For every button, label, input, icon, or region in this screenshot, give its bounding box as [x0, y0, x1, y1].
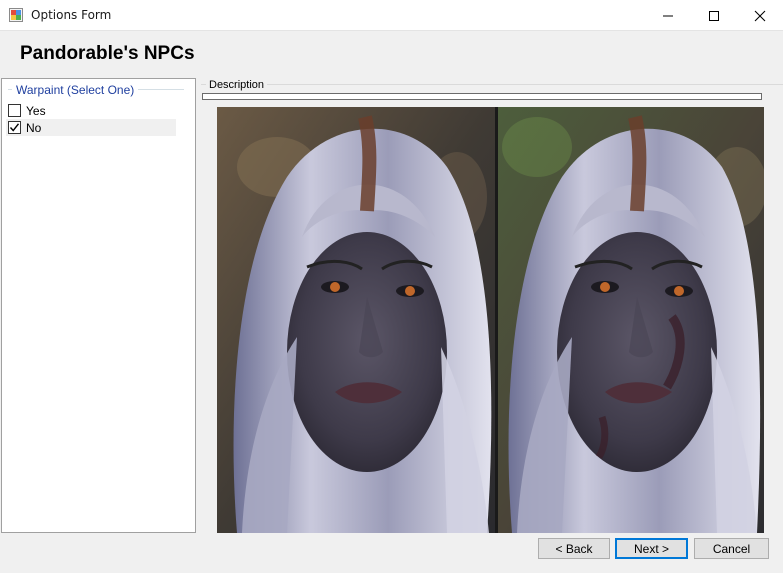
maximize-button[interactable]: [691, 0, 737, 31]
options-panel: Warpaint (Select One) Yes No: [1, 78, 196, 533]
minimize-button[interactable]: [645, 0, 691, 31]
next-button[interactable]: Next >: [615, 538, 688, 559]
back-button[interactable]: < Back: [538, 538, 610, 559]
maximize-icon: [709, 10, 719, 21]
title-bar: Options Form: [0, 0, 783, 31]
option-label-no: No: [26, 120, 42, 135]
close-icon: [754, 10, 766, 21]
checkmark-icon: [9, 123, 20, 132]
option-no[interactable]: No: [6, 119, 176, 136]
group-title: Warpaint (Select One): [12, 83, 139, 97]
character-portraits: [217, 107, 764, 533]
checkbox-no[interactable]: [8, 121, 21, 134]
option-yes[interactable]: Yes: [6, 102, 176, 119]
app-icon: [9, 8, 23, 22]
cancel-button[interactable]: Cancel: [694, 538, 769, 559]
description-textbox[interactable]: [202, 93, 762, 100]
header: Pandorable's NPCs: [0, 31, 783, 78]
option-label-yes: Yes: [26, 103, 46, 118]
minimize-icon: [663, 15, 673, 16]
preview-image: [217, 107, 764, 533]
description-label: Description: [206, 79, 268, 91]
page-title: Pandorable's NPCs: [20, 43, 195, 64]
window-title: Options Form: [31, 8, 112, 22]
close-button[interactable]: [737, 0, 783, 31]
checkbox-yes[interactable]: [8, 104, 21, 117]
